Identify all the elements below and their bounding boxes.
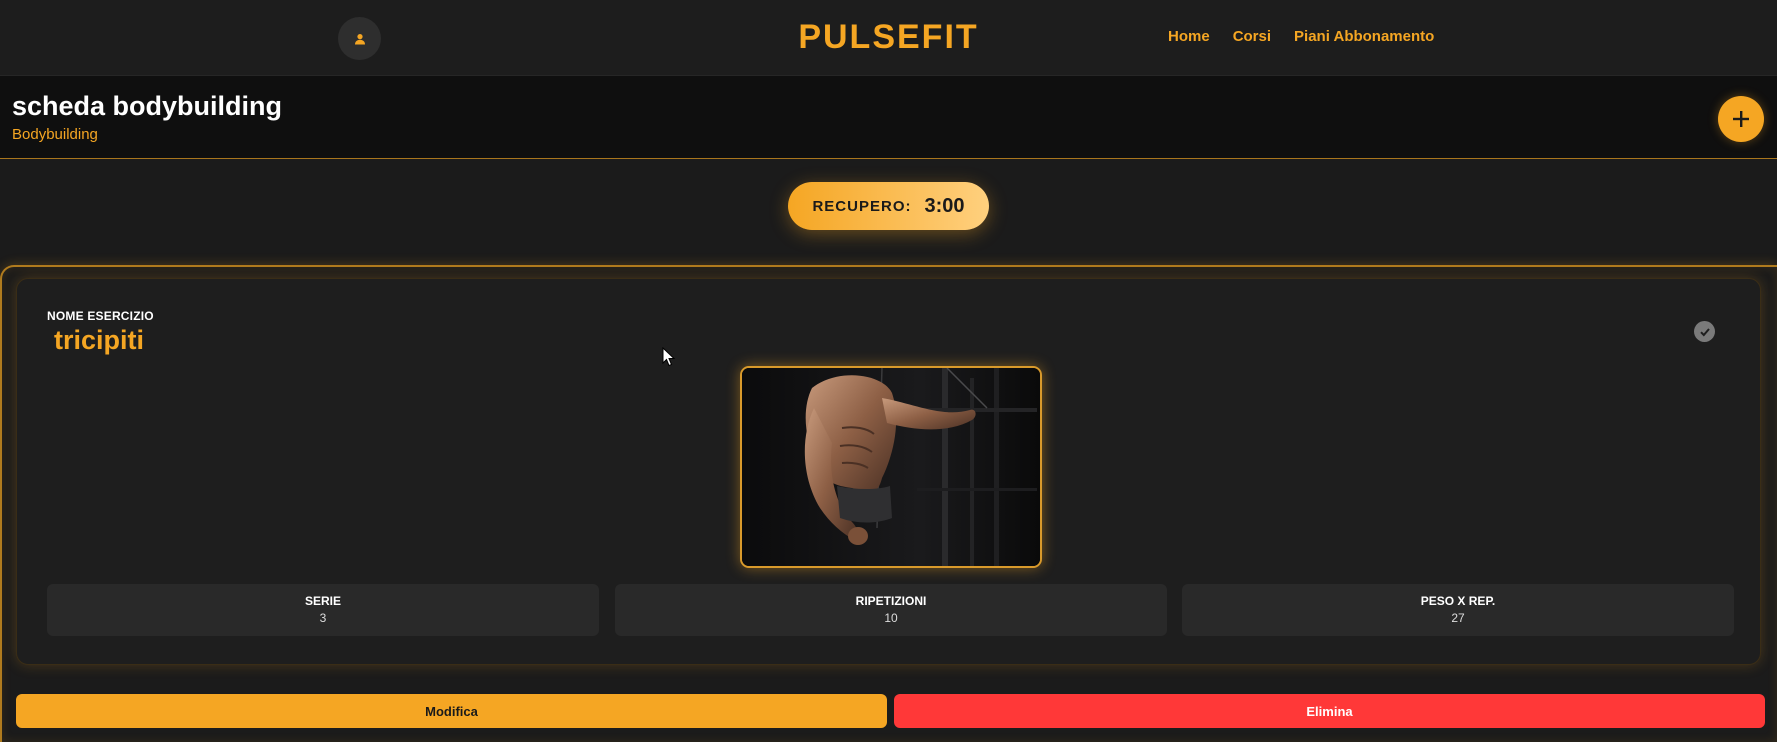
nav-link-piani-abbonamento[interactable]: Piani Abbonamento	[1294, 28, 1434, 45]
workout-header: scheda bodybuilding Bodybuilding	[0, 76, 1777, 159]
exercise-name: tricipiti	[54, 325, 145, 355]
delete-button[interactable]: Elimina	[894, 694, 1765, 728]
rest-label: RECUPERO:	[812, 197, 912, 215]
brand-logo[interactable]: PULSEFIT	[798, 18, 978, 56]
plus-icon	[1733, 111, 1749, 127]
user-icon	[354, 33, 365, 44]
stat-ripetizioni-label: RIPETIZIONI	[855, 594, 927, 608]
nav-link-home[interactable]: Home	[1168, 28, 1210, 45]
stat-ripetizioni: RIPETIZIONI 10	[615, 584, 1167, 636]
page-subtitle: Bodybuilding	[12, 126, 98, 143]
edit-button[interactable]: Modifica	[16, 694, 887, 728]
mouse-cursor-icon	[662, 347, 676, 367]
nav-link-corsi[interactable]: Corsi	[1233, 28, 1271, 45]
top-navbar: PULSEFIT Home Corsi Piani Abbonamento	[0, 0, 1777, 76]
add-exercise-button[interactable]	[1718, 96, 1764, 142]
stat-serie-label: SERIE	[304, 594, 341, 608]
rest-timer: RECUPERO: 3:00	[788, 182, 989, 230]
exercise-photo	[740, 366, 1042, 568]
user-avatar-button[interactable]	[338, 17, 381, 60]
rest-value: 3:00	[924, 194, 965, 217]
exercise-stats: SERIE 3 RIPETIZIONI 10 PESO X REP. 27	[47, 584, 1734, 636]
exercise-card: NOME ESERCIZIO tricipiti SERIE 3 RIPETIZ…	[16, 278, 1761, 665]
exercise-name-label: NOME ESERCIZIO	[47, 309, 154, 323]
check-circle-icon[interactable]	[1694, 321, 1715, 342]
stat-serie-value: 3	[319, 611, 327, 625]
exercise-photo-illustration	[742, 368, 1040, 566]
checkmark-glyph	[1699, 327, 1710, 336]
main-nav: Home Corsi Piani Abbonamento	[1168, 28, 1434, 45]
stat-serie: SERIE 3	[47, 584, 599, 636]
page-title: scheda bodybuilding	[12, 91, 283, 121]
stat-ripetizioni-value: 10	[884, 611, 898, 625]
stat-peso-label: PESO X REP.	[1420, 594, 1496, 608]
stat-peso-value: 27	[1451, 611, 1465, 625]
stat-peso: PESO X REP. 27	[1182, 584, 1734, 636]
brand-title-wrap: PULSEFIT	[0, 18, 1777, 57]
